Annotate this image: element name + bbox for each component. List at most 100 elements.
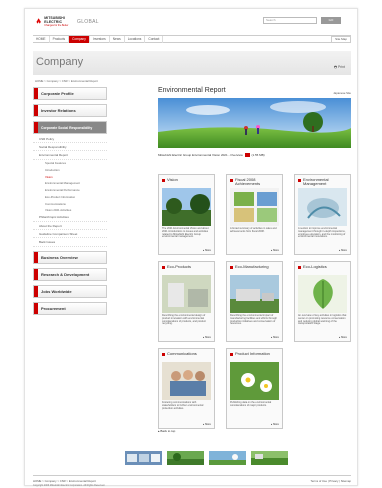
more-link[interactable]: ▸ More [203, 423, 211, 426]
global-label: GLOBAL [77, 19, 99, 25]
search-input[interactable]: Search [263, 17, 317, 24]
card-image [230, 362, 279, 400]
sidebar-sub-philanthropic[interactable]: Philanthropic Activities [33, 214, 107, 222]
nav-products[interactable]: Products [50, 35, 70, 43]
sidebar-item-research[interactable]: Research & Development [33, 267, 107, 281]
card-fiscal-2008[interactable]: Fiscal 2008 Achievements A broad summary… [226, 174, 283, 255]
footer-links[interactable]: Terms of Use | Privacy | Sitemap [311, 479, 351, 483]
red-arrow-icon [34, 105, 38, 116]
card-vision[interactable]: Vision The 2021 Environmental Vision and… [158, 174, 215, 255]
sidebar-item-csr[interactable]: Corporate Social Responsibility [33, 121, 107, 134]
sidebar-sub2-comm[interactable]: Communications [33, 200, 107, 207]
card-image [162, 188, 211, 226]
video-link[interactable]: Mitsubishi Electric Group Environmental … [158, 153, 265, 158]
card-description: Describing the environmental impact of m… [230, 314, 278, 326]
top-navigation: HOME Products Company Investors News Loc… [33, 35, 351, 43]
card-env-management[interactable]: Environmental Management A section to im… [294, 174, 351, 255]
more-link[interactable]: ▸ More [339, 249, 347, 252]
nav-contact[interactable]: Contact [145, 35, 164, 43]
sidebar-sub2-intro[interactable]: Introduction [33, 166, 107, 173]
page-title: Company [36, 56, 84, 68]
more-link[interactable]: ▸ More [271, 249, 279, 252]
printer-icon: 🖶 [333, 65, 338, 69]
sidebar-sub2-vision2021[interactable]: Vision 2021 Activities [33, 207, 107, 214]
sidebar: Corporate Profile Investor Relations Cor… [33, 87, 107, 319]
thumbnail-banners [125, 451, 337, 465]
nav-news[interactable]: News [110, 35, 125, 43]
title-band: Company 🖶 Print [33, 51, 351, 75]
card-eco-manufacturing[interactable]: Eco-Manufacturing Describing the environ… [226, 261, 283, 342]
card-title: Product Information [227, 349, 282, 360]
card-title: Environmental Management [295, 175, 350, 186]
nav-home[interactable]: HOME [33, 35, 50, 43]
mitsubishi-logo[interactable]: MITSUBISHI ELECTRIC Changes for the Bett… [35, 16, 73, 31]
card-communications[interactable]: Communications Fostering communications … [158, 348, 215, 429]
sidebar-sub-back-issues[interactable]: Back Issues [33, 238, 107, 247]
sidebar-sub2-env-mgmt[interactable]: Environmental Management [33, 180, 107, 187]
sidebar-sub-social[interactable]: Social Responsibility [33, 143, 107, 152]
more-link[interactable]: ▸ More [339, 336, 347, 339]
sidebar-sub-about[interactable]: About the Report [33, 222, 107, 231]
red-arrow-icon [34, 285, 38, 297]
more-label: More [273, 423, 279, 426]
sidebar-item-corporate-profile[interactable]: Corporate Profile [33, 87, 107, 100]
sidebar-sub2-env-perf[interactable]: Environmental Performance [33, 187, 107, 194]
card-eco-products[interactable]: Eco-Products Describing the environmenta… [158, 261, 215, 342]
print-label: Print [338, 65, 345, 69]
sidebar-sub-guideline[interactable]: Guideline Comparison Sheet [33, 230, 107, 239]
card-image [230, 275, 279, 313]
content-title: Environmental Report [158, 87, 226, 94]
more-label: More [341, 249, 347, 252]
card-eco-logistics[interactable]: Eco-Logistics An overview of key activit… [294, 261, 351, 342]
sidebar-item-label: Research & Development [41, 271, 90, 277]
sidebar-item-business-overview[interactable]: Business Overview [33, 250, 107, 264]
sidebar-sub2-eco-product[interactable]: Eco-Product Information [33, 193, 107, 200]
video-size: (1.55 MB) [251, 153, 265, 157]
print-button[interactable]: 🖶 Print [334, 65, 345, 71]
sidebar-item-procurement[interactable]: Procurement [33, 301, 107, 315]
red-arrow-icon [34, 88, 38, 99]
thumbnail-banner[interactable] [125, 451, 162, 465]
more-label: More [341, 336, 347, 339]
sidebar-sub-csr-policy[interactable]: CSR Policy [33, 135, 107, 144]
copyright: Copyright 2009 Mitsubishi Electric Corpo… [33, 484, 106, 487]
logo-wordmark: MITSUBISHI ELECTRIC [44, 16, 65, 24]
red-arrow-icon [34, 302, 38, 314]
hero-banner [158, 98, 351, 148]
card-image [298, 188, 347, 226]
more-link[interactable]: ▸ More [271, 336, 279, 339]
card-image [162, 275, 211, 313]
card-description: Publishing data on the environmental con… [230, 401, 272, 407]
sitemap-button[interactable]: Site Map [331, 35, 351, 43]
more-label: More [205, 336, 211, 339]
card-description: The 2021 Environmental Vision and about … [162, 227, 209, 239]
more-link[interactable]: ▸ More [271, 423, 279, 426]
card-product-information[interactable]: Product Information Publishing data on t… [226, 348, 283, 429]
sidebar-sub-env-report[interactable]: Environmental Report [33, 151, 107, 160]
thumbnail-banner[interactable] [209, 451, 246, 465]
thumbnail-banner[interactable] [167, 451, 204, 465]
more-link[interactable]: ▸ More [203, 336, 211, 339]
back-to-top-link[interactable]: ▴ Back to top [158, 429, 175, 433]
japanese-site-link[interactable]: Japanese Site [333, 91, 351, 95]
banner-image [158, 98, 351, 148]
nav-locations[interactable]: Locations [125, 35, 146, 43]
nav-company[interactable]: Company [69, 35, 90, 43]
nav-investors[interactable]: Investors [90, 35, 110, 43]
card-description: Fostering communications with stakeholde… [162, 401, 204, 410]
breadcrumb[interactable]: HOME > Company > CSR > Environmental Rep… [35, 79, 98, 83]
sidebar-item-investor-relations[interactable]: Investor Relations [33, 104, 107, 117]
footer-breadcrumb[interactable]: HOME > Company > CSR > Environmental Rep… [33, 479, 351, 483]
logo-tagline: Changes for the Better [44, 24, 69, 28]
card-title: Eco-Products [159, 262, 214, 273]
more-link[interactable]: ▸ More [203, 249, 211, 252]
card-title: Eco-Manufacturing [227, 262, 282, 273]
sidebar-sub2-vision[interactable]: Vision [33, 173, 107, 180]
video-link-text: Mitsubishi Electric Group Environmental … [158, 153, 243, 157]
more-label: More [205, 423, 211, 426]
sidebar-item-jobs[interactable]: Jobs Worldwide [33, 284, 107, 298]
search-button[interactable]: GO [321, 17, 341, 24]
thumbnail-banner[interactable] [251, 451, 288, 465]
sidebar-sub2-special[interactable]: Special Features [33, 160, 107, 167]
card-description: Describing the environmental design of p… [162, 314, 206, 326]
